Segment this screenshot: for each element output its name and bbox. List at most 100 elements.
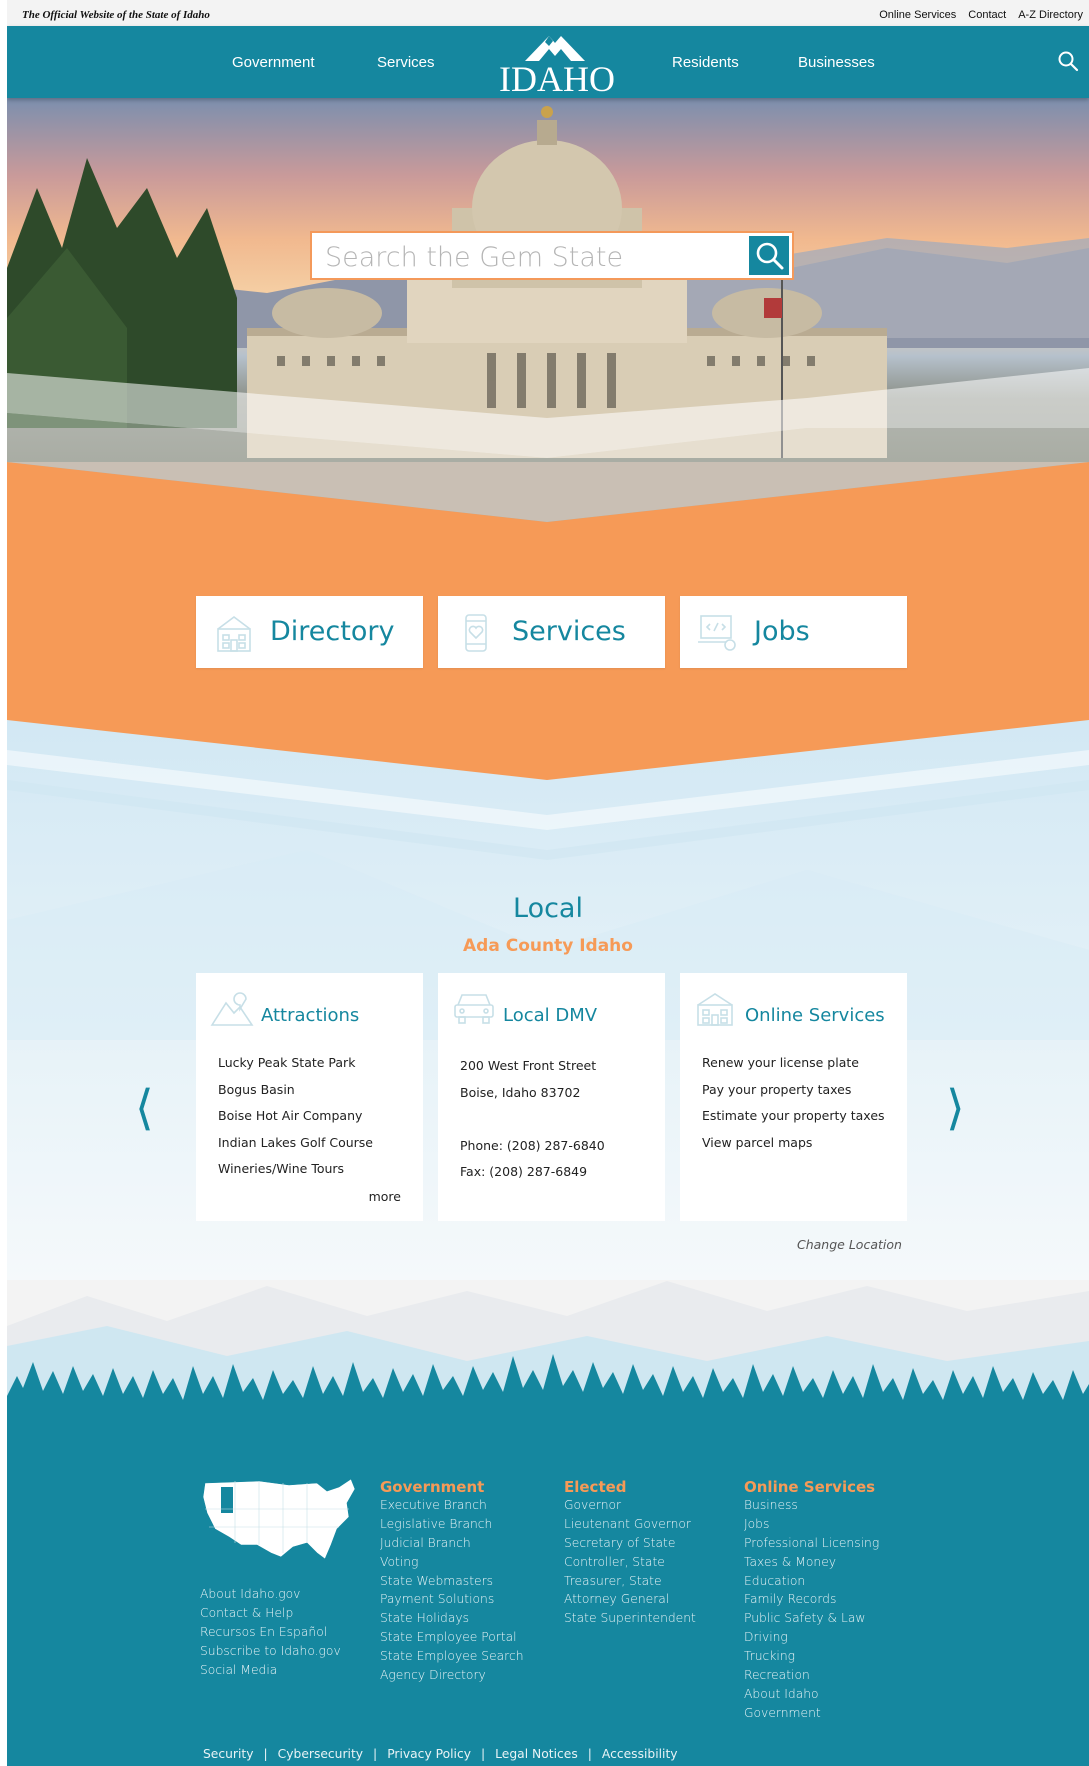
building-icon bbox=[217, 616, 251, 652]
nav-item-government[interactable]: Government bbox=[232, 54, 315, 71]
online-service-item[interactable]: View parcel maps bbox=[702, 1135, 885, 1162]
hero-bottom-edge bbox=[7, 462, 1089, 532]
footer-link[interactable]: Judicial Branch bbox=[380, 1536, 524, 1555]
footer-link[interactable]: About Idaho bbox=[744, 1687, 879, 1706]
footer-accessibility-link[interactable]: Accessibility bbox=[602, 1747, 678, 1761]
footer-link[interactable]: Legislative Branch bbox=[380, 1517, 524, 1536]
footer-link[interactable]: State Webmasters bbox=[380, 1574, 524, 1593]
footer-link[interactable]: Attorney General bbox=[564, 1592, 696, 1611]
utility-link-online-services[interactable]: Online Services bbox=[879, 9, 956, 21]
footer-link[interactable]: Recursos En Español bbox=[200, 1625, 341, 1644]
separator: | bbox=[587, 1747, 592, 1761]
attraction-item[interactable]: Wineries/Wine Tours bbox=[218, 1161, 373, 1188]
carousel-prev-arrow[interactable]: ⟨ bbox=[135, 1080, 154, 1136]
online-service-item[interactable]: Pay your property taxes bbox=[702, 1082, 885, 1109]
hero-search-button[interactable] bbox=[749, 236, 789, 275]
dmv-address-line1: 200 West Front Street bbox=[460, 1058, 597, 1073]
page: The Official Website of the State of Ida… bbox=[7, 0, 1089, 1766]
footer-privacy-link[interactable]: Privacy Policy bbox=[387, 1747, 471, 1761]
us-map-icon[interactable] bbox=[199, 1473, 359, 1573]
hero-search-box[interactable]: Search the Gem State bbox=[310, 231, 794, 280]
footer-elected-heading: Elected bbox=[564, 1478, 627, 1496]
code-laptop-icon bbox=[698, 615, 736, 651]
change-location-link[interactable]: Change Location bbox=[797, 1237, 902, 1252]
nav-item-services[interactable]: Services bbox=[377, 54, 435, 71]
local-title: Local bbox=[513, 893, 583, 924]
idaho-logo-text: IDAHO bbox=[499, 59, 615, 99]
attraction-item[interactable]: Bogus Basin bbox=[218, 1082, 373, 1109]
jobs-button[interactable]: Jobs bbox=[680, 596, 907, 668]
footer-legal-link[interactable]: Legal Notices bbox=[495, 1747, 578, 1761]
idaho-logo[interactable]: IDAHO bbox=[497, 32, 617, 99]
mountains-and-trees bbox=[7, 1281, 1089, 1446]
services-button[interactable]: Services bbox=[438, 596, 665, 668]
dmv-phone: Phone: (208) 287-6840 bbox=[460, 1137, 605, 1153]
footer-link[interactable]: State Holidays bbox=[380, 1611, 524, 1630]
footer-link[interactable]: Recreation bbox=[744, 1668, 879, 1687]
footer-link[interactable]: Voting bbox=[380, 1555, 524, 1574]
utility-link-contact[interactable]: Contact bbox=[968, 9, 1006, 21]
online-services-title: Online Services bbox=[745, 1005, 885, 1026]
footer-link[interactable]: Treasurer, State bbox=[564, 1574, 696, 1593]
footer-left-links: About Idaho.gov Contact & Help Recursos … bbox=[200, 1587, 341, 1681]
footer bbox=[7, 1430, 1089, 1766]
footer-link[interactable]: Driving bbox=[744, 1630, 879, 1649]
footer-link[interactable]: State Superintendent bbox=[564, 1611, 696, 1630]
footer-link[interactable]: Professional Licensing bbox=[744, 1536, 879, 1555]
footer-link[interactable]: Agency Directory bbox=[380, 1668, 524, 1687]
attractions-card: Attractions Lucky Peak State Park Bogus … bbox=[196, 973, 423, 1221]
attraction-item[interactable]: Indian Lakes Golf Course bbox=[218, 1135, 373, 1162]
local-dmv-card: Local DMV 200 West Front Street Boise, I… bbox=[438, 973, 665, 1221]
footer-link[interactable]: Executive Branch bbox=[380, 1498, 524, 1517]
footer-security-link[interactable]: Security bbox=[203, 1747, 254, 1761]
footer-link[interactable]: Social Media bbox=[200, 1663, 341, 1682]
nav-item-residents[interactable]: Residents bbox=[672, 54, 739, 71]
footer-link[interactable]: Payment Solutions bbox=[380, 1592, 524, 1611]
local-county: Ada County Idaho bbox=[463, 936, 633, 956]
nav-item-businesses[interactable]: Businesses bbox=[798, 54, 875, 71]
footer-link[interactable]: Trucking bbox=[744, 1649, 879, 1668]
mobile-icon bbox=[465, 614, 487, 652]
separator: | bbox=[263, 1747, 268, 1761]
footer-link[interactable]: Jobs bbox=[744, 1517, 879, 1536]
footer-bottom-links: Security | Cybersecurity | Privacy Policy | Le… bbox=[203, 1747, 678, 1761]
footer-link[interactable]: Public Safety & Law bbox=[744, 1611, 879, 1630]
attractions-more-link[interactable]: more bbox=[369, 1189, 401, 1204]
online-service-item[interactable]: Renew your license plate bbox=[702, 1055, 885, 1082]
directory-button[interactable]: Directory bbox=[196, 596, 423, 668]
attraction-item[interactable]: Lucky Peak State Park bbox=[218, 1055, 373, 1082]
footer-link[interactable]: Controller, State bbox=[564, 1555, 696, 1574]
utility-bar: The Official Website of the State of Ida… bbox=[7, 0, 1089, 26]
search-icon[interactable] bbox=[1057, 50, 1079, 72]
dmv-address-line2: Boise, Idaho 83702 bbox=[460, 1084, 581, 1100]
carousel-next-arrow[interactable]: ⟩ bbox=[946, 1080, 965, 1136]
footer-link[interactable]: Education bbox=[744, 1574, 879, 1593]
footer-link[interactable]: Family Records bbox=[744, 1592, 879, 1611]
footer-cybersecurity-link[interactable]: Cybersecurity bbox=[278, 1747, 363, 1761]
footer-link[interactable]: State Employee Portal bbox=[380, 1630, 524, 1649]
footer-link[interactable]: About Idaho.gov bbox=[200, 1587, 341, 1606]
footer-link[interactable]: Business bbox=[744, 1498, 879, 1517]
attractions-list: Lucky Peak State Park Bogus Basin Boise … bbox=[218, 1055, 373, 1188]
official-site-label: The Official Website of the State of Ida… bbox=[22, 9, 210, 21]
online-service-item[interactable]: Estimate your property taxes bbox=[702, 1108, 885, 1135]
online-services-list: Renew your license plate Pay your proper… bbox=[702, 1055, 885, 1161]
footer-link[interactable]: Contact & Help bbox=[200, 1606, 341, 1625]
dmv-address-block: 200 West Front Street Boise, Idaho 83702… bbox=[460, 1053, 605, 1186]
footer-link[interactable]: Government bbox=[744, 1706, 879, 1725]
main-nav: Government Services IDAHO Residents Busi… bbox=[7, 26, 1089, 99]
footer-link[interactable]: Subscribe to Idaho.gov bbox=[200, 1644, 341, 1663]
footer-link[interactable]: Secretary of State bbox=[564, 1536, 696, 1555]
footer-elected-column: Elected Governor Lieutenant Governor Sec… bbox=[564, 1478, 696, 1630]
utility-link-az-directory[interactable]: A-Z Directory bbox=[1018, 9, 1083, 21]
hero-search-input[interactable]: Search the Gem State bbox=[325, 242, 623, 273]
footer-link[interactable]: Lieutenant Governor bbox=[564, 1517, 696, 1536]
footer-link[interactable]: Taxes & Money bbox=[744, 1555, 879, 1574]
services-button-label: Services bbox=[512, 616, 626, 647]
footer-link[interactable]: Governor bbox=[564, 1498, 696, 1517]
footer-link[interactable]: State Employee Search bbox=[380, 1649, 524, 1668]
attraction-item[interactable]: Boise Hot Air Company bbox=[218, 1108, 373, 1135]
jobs-button-label: Jobs bbox=[754, 616, 810, 647]
online-services-card: Online Services Renew your license plate… bbox=[680, 973, 907, 1221]
building-icon bbox=[697, 993, 733, 1026]
